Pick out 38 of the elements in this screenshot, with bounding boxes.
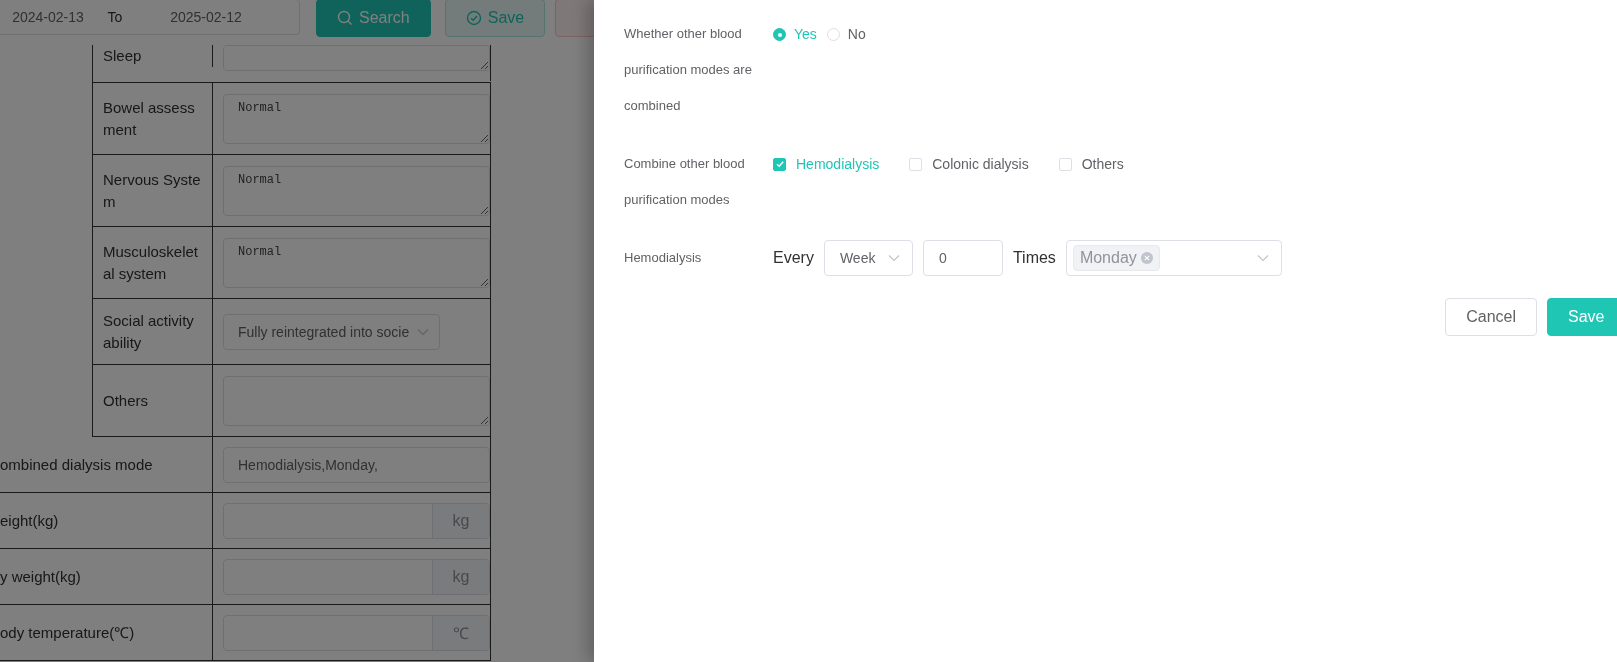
radio-option[interactable]: No bbox=[826, 26, 866, 42]
dropdown[interactable]: Fully reintegrated into socie bbox=[223, 313, 441, 350]
start-date: 2024-02-13 bbox=[11, 9, 85, 25]
end-date: 2025-02-12 bbox=[169, 9, 243, 25]
row-label: ombined dialysis mode bbox=[0, 454, 153, 475]
row-label: Nervous System bbox=[103, 169, 202, 212]
row-label: Bowel assessment bbox=[103, 97, 196, 140]
form-label: Whether other blood purification modes are combined bbox=[624, 25, 753, 115]
row-label: y weight(kg) bbox=[0, 566, 81, 587]
radio-option[interactable]: Yes bbox=[773, 26, 817, 42]
count-input[interactable]: 0 bbox=[922, 240, 1003, 276]
cancel-button[interactable]: Cancel bbox=[1445, 298, 1537, 336]
row-label: eight(kg) bbox=[0, 510, 59, 531]
row-label: Sleep bbox=[103, 46, 142, 66]
row-label: Others bbox=[103, 390, 148, 411]
every-label: Every bbox=[773, 249, 814, 267]
text-area[interactable]: Normal bbox=[223, 237, 490, 288]
text-area[interactable]: Normal bbox=[223, 93, 490, 144]
form-label: Combine other blood purification modes bbox=[624, 155, 746, 209]
checkbox-option[interactable]: Others bbox=[1058, 156, 1124, 172]
day-tag: Monday bbox=[1072, 245, 1160, 271]
range-separator: To bbox=[106, 9, 124, 25]
row-label: Musculoskeletal system bbox=[103, 241, 200, 284]
input-field[interactable]: ℃ bbox=[223, 614, 490, 651]
form-label: Hemodialysis bbox=[624, 249, 703, 267]
date-range-field[interactable]: 2024-02-13 To 2025-02-12 bbox=[0, 0, 300, 35]
search-button[interactable]: Search bbox=[316, 0, 431, 37]
checkbox-option[interactable]: Colonic dialysis bbox=[909, 156, 1029, 172]
day-multiselect[interactable]: Monday bbox=[1065, 240, 1282, 276]
times-label: Times bbox=[1012, 249, 1056, 267]
row-label: Social activity ability bbox=[103, 310, 195, 353]
input-field[interactable]: Hemodialysis,Monday, bbox=[223, 446, 490, 483]
text-area[interactable]: Normal bbox=[223, 165, 490, 216]
save-button[interactable]: Save bbox=[1547, 298, 1617, 336]
row-label: ody temperature(℃) bbox=[0, 622, 135, 643]
period-dropdown[interactable]: Week bbox=[823, 240, 913, 276]
unit-label: ℃ bbox=[432, 615, 489, 650]
checkbox-option[interactable]: Hemodialysis bbox=[773, 156, 880, 172]
